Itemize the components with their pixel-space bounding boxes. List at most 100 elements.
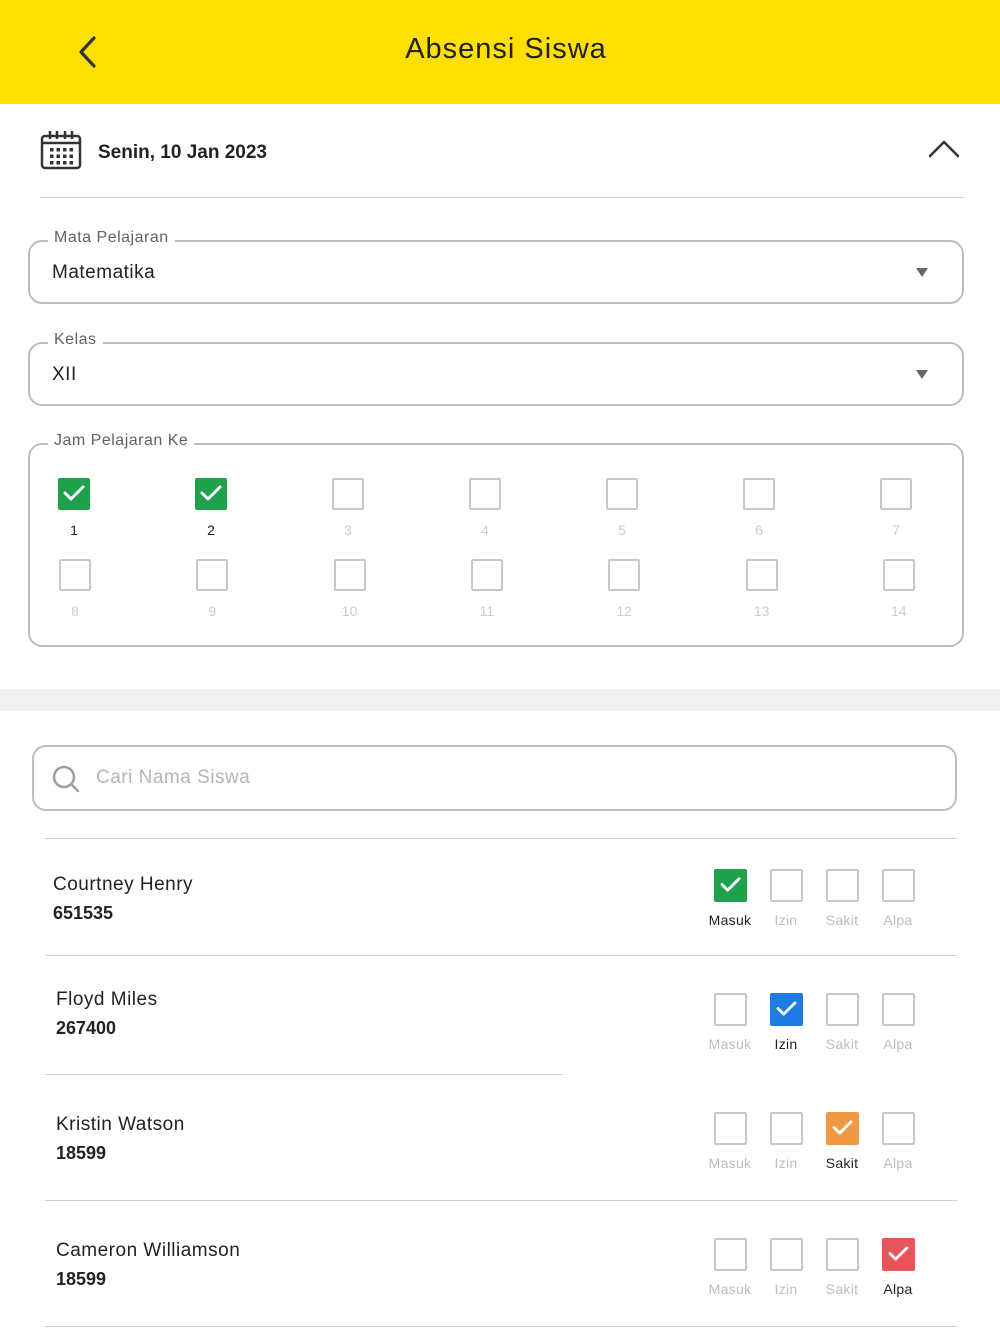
attendance-checkbox[interactable] [714,1112,747,1145]
attendance-checkbox[interactable] [882,1238,915,1271]
divider [45,1074,563,1075]
lesson-period-14[interactable]: 14 [869,559,929,629]
checkmark-icon [888,1246,909,1261]
lesson-period-number: 9 [208,603,217,619]
lesson-period-6[interactable]: 6 [729,478,789,548]
lesson-period-group: Jam Pelajaran Ke 1 2 3 4 5 6 7 8 9 10 11 12 13 14 [28,432,964,647]
divider [45,838,957,839]
lesson-period-label: Jam Pelajaran Ke [48,432,195,450]
lesson-period-checkbox[interactable] [606,478,638,510]
lesson-period-4[interactable]: 4 [455,478,515,548]
lesson-period-number: 8 [71,603,79,619]
attendance-checkbox[interactable] [826,1112,859,1145]
lesson-period-7[interactable]: 7 [866,478,926,548]
dropdown-arrow-icon [916,268,928,277]
attendance-checkbox[interactable] [714,1238,747,1271]
checkmark-icon [200,485,222,501]
subject-select[interactable]: Mata Pelajaran Matematika [28,229,964,304]
lesson-period-checkbox[interactable] [59,559,91,591]
subject-value: Matematika [52,262,156,283]
lesson-period-checkbox[interactable] [608,559,641,591]
attendance-option-label: Alpa [883,1036,913,1052]
attendance-checkbox[interactable] [770,993,803,1026]
lesson-period-checkbox[interactable] [880,478,912,510]
lesson-period-number: 7 [892,522,900,538]
lesson-period-checkbox[interactable] [195,478,227,510]
attendance-checkbox[interactable] [714,993,747,1026]
class-label: Kelas [48,331,103,349]
class-select[interactable]: Kelas XII [28,331,964,406]
lesson-period-number: 4 [481,522,489,538]
checkmark-icon [832,1120,853,1135]
lesson-period-2[interactable]: 2 [181,478,241,548]
attendance-checkbox[interactable] [770,869,803,902]
attendance-option-label: Alpa [883,1155,913,1171]
class-value: XII [52,364,77,385]
student-id: 267400 [56,1018,117,1038]
lesson-period-10[interactable]: 10 [320,559,380,629]
checkmark-icon [776,1001,797,1016]
student-name: Floyd Miles [56,989,158,1010]
attendance-option-alpa[interactable]: Alpa [863,1112,933,1182]
student-name: Kristin Watson [56,1114,185,1135]
lesson-period-checkbox[interactable] [333,559,366,591]
attendance-checkbox[interactable] [882,993,915,1026]
student-name: Cameron Williamson [56,1240,241,1261]
date-selector[interactable]: Senin, 10 Jan 2023 [40,128,964,198]
lesson-period-checkbox[interactable] [196,559,229,591]
lesson-period-13[interactable]: 13 [732,559,792,629]
attendance-checkbox[interactable] [770,1238,803,1271]
lesson-period-9[interactable]: 9 [182,559,242,629]
student-row: Floyd Miles 267400 Masuk Izin Sakit Alpa [0,975,1000,1095]
dropdown-arrow-icon [916,370,928,379]
lesson-period-8[interactable]: 8 [45,559,105,629]
lesson-period-number: 14 [891,603,907,619]
calendar-icon [40,131,82,170]
lesson-period-number: 6 [755,522,763,538]
student-id: 18599 [56,1269,107,1289]
student-name: Courtney Henry [53,874,194,895]
lesson-period-checkbox[interactable] [743,478,775,510]
lesson-period-3[interactable]: 3 [318,478,378,548]
lesson-period-number: 13 [753,603,770,619]
lesson-period-number: 5 [618,522,626,538]
lesson-period-11[interactable]: 11 [457,559,517,629]
divider [45,955,957,956]
checkmark-icon [63,485,85,501]
lesson-period-number: 1 [70,522,78,538]
lesson-period-number: 2 [207,522,215,538]
attendance-option-label: Alpa [883,912,913,928]
app-bar: Absensi Siswa [0,0,1000,104]
lesson-period-5[interactable]: 5 [592,478,652,548]
lesson-period-checkbox[interactable] [332,478,364,510]
lesson-period-checkbox[interactable] [882,559,915,591]
lesson-period-1[interactable]: 1 [44,478,104,548]
attendance-checkbox[interactable] [826,869,859,902]
section-divider [0,689,1000,711]
checkmark-icon [720,877,741,892]
attendance-checkbox[interactable] [826,1238,859,1271]
page-title: Absensi Siswa [405,33,607,65]
subject-label: Mata Pelajaran [48,229,175,247]
date-text: Senin, 10 Jan 2023 [98,142,267,163]
student-id: 18599 [56,1143,107,1163]
attendance-option-alpa[interactable]: Alpa [863,993,933,1063]
attendance-checkbox[interactable] [770,1112,803,1145]
lesson-period-checkbox[interactable] [745,559,778,591]
lesson-period-checkbox[interactable] [58,478,90,510]
student-row: Cameron Williamson 18599 Masuk Izin Sakit Alp… [0,1226,1000,1334]
attendance-option-alpa[interactable]: Alpa [863,869,933,939]
student-row: Courtney Henry 651535 Masuk Izin Sakit Alpa [0,860,1000,980]
attendance-option-alpa[interactable]: Alpa [863,1238,933,1308]
lesson-period-checkbox[interactable] [470,559,503,591]
lesson-period-checkbox[interactable] [469,478,501,510]
attendance-checkbox[interactable] [714,869,747,902]
attendance-checkbox[interactable] [826,993,859,1026]
chevron-up-icon[interactable] [928,138,960,160]
attendance-checkbox[interactable] [882,869,915,902]
attendance-checkbox[interactable] [882,1112,915,1145]
student-row: Kristin Watson 18599 Masuk Izin Sakit Alpa [0,1100,1000,1220]
search-input[interactable] [96,761,916,795]
lesson-period-12[interactable]: 12 [594,559,654,629]
lesson-period-number: 10 [341,603,358,619]
